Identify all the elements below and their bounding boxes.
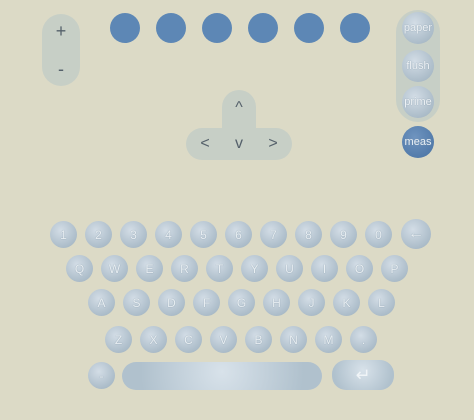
key-z[interactable]: Z — [105, 326, 132, 353]
key-period[interactable]: . — [350, 326, 377, 353]
key-f[interactable]: F — [193, 289, 220, 316]
key-7[interactable]: 7 — [260, 221, 287, 248]
key-1[interactable]: 1 — [50, 221, 77, 248]
space-bar[interactable] — [122, 362, 322, 390]
key-v[interactable]: V — [210, 326, 237, 353]
key-h[interactable]: H — [263, 289, 290, 316]
key-g[interactable]: G — [228, 289, 255, 316]
key-t[interactable]: T — [206, 255, 233, 282]
indicator-dot — [294, 13, 324, 43]
key-j[interactable]: J — [298, 289, 325, 316]
meas-button[interactable]: meas — [402, 126, 434, 158]
key-5[interactable]: 5 — [190, 221, 217, 248]
key-r[interactable]: R — [171, 255, 198, 282]
indicator-dot — [340, 13, 370, 43]
indicator-dot — [202, 13, 232, 43]
key-d[interactable]: D — [158, 289, 185, 316]
key-u[interactable]: U — [276, 255, 303, 282]
key-c[interactable]: C — [175, 326, 202, 353]
arrow-up-button[interactable]: ^ — [225, 94, 253, 122]
flush-button[interactable]: flush — [402, 50, 434, 82]
key-n[interactable]: N — [280, 326, 307, 353]
enter-key[interactable]: ↵ — [332, 360, 394, 390]
zoom-out-button[interactable]: - — [44, 52, 78, 86]
paper-button[interactable]: paper — [402, 12, 434, 44]
arrow-right-button[interactable]: > — [259, 130, 287, 158]
key-8[interactable]: 8 — [295, 221, 322, 248]
backspace-key[interactable]: ← — [401, 219, 431, 249]
key-b[interactable]: B — [245, 326, 272, 353]
indicator-dot — [248, 13, 278, 43]
key-3[interactable]: 3 — [120, 221, 147, 248]
key-e[interactable]: E — [136, 255, 163, 282]
key-a[interactable]: A — [88, 289, 115, 316]
indicator-dot — [110, 13, 140, 43]
indicator-dot — [156, 13, 186, 43]
key-2[interactable]: 2 — [85, 221, 112, 248]
key-w[interactable]: W — [101, 255, 128, 282]
prime-button[interactable]: prime — [402, 86, 434, 118]
arrow-left-button[interactable]: < — [191, 130, 219, 158]
zoom-in-button[interactable]: + — [44, 14, 78, 48]
key-6[interactable]: 6 — [225, 221, 252, 248]
key-minus[interactable]: - — [88, 362, 115, 389]
key-k[interactable]: K — [333, 289, 360, 316]
key-y[interactable]: Y — [241, 255, 268, 282]
key-i[interactable]: I — [311, 255, 338, 282]
key-9[interactable]: 9 — [330, 221, 357, 248]
key-p[interactable]: P — [381, 255, 408, 282]
key-s[interactable]: S — [123, 289, 150, 316]
key-x[interactable]: X — [140, 326, 167, 353]
key-0[interactable]: 0 — [365, 221, 392, 248]
key-m[interactable]: M — [315, 326, 342, 353]
key-4[interactable]: 4 — [155, 221, 182, 248]
key-q[interactable]: Q — [66, 255, 93, 282]
key-o[interactable]: O — [346, 255, 373, 282]
key-l[interactable]: L — [368, 289, 395, 316]
arrow-down-button[interactable]: v — [225, 130, 253, 158]
